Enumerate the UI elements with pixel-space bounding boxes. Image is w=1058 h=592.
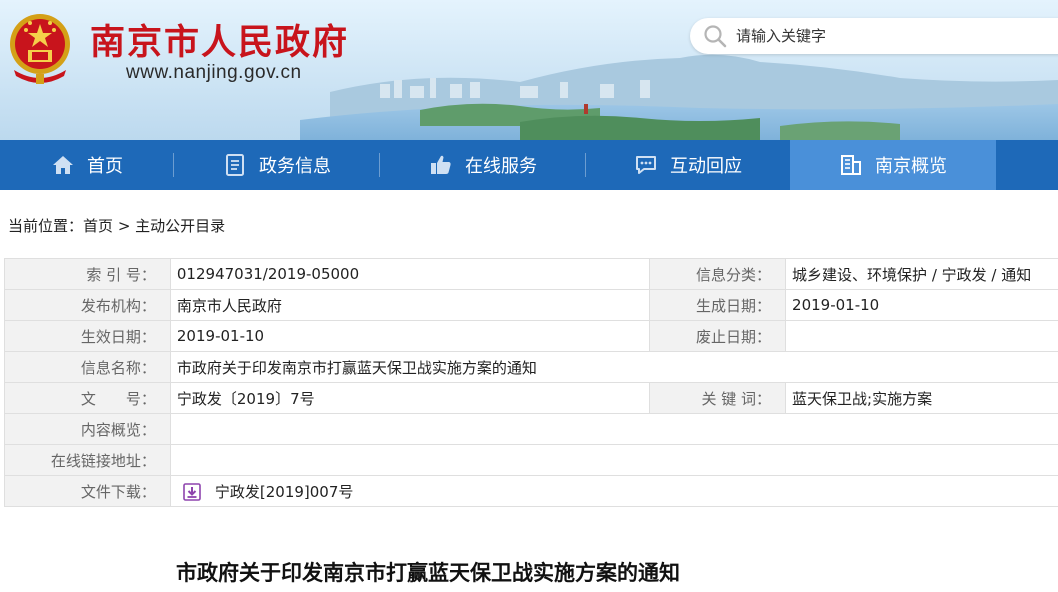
breadcrumb: 当前位置：首页 > 主动公开目录 xyxy=(8,215,225,236)
expire-date-label: 废止日期： xyxy=(649,320,787,352)
chat-icon xyxy=(636,156,656,174)
keywords-label: 关 键 词： xyxy=(649,382,787,414)
nav-item-label: 政务信息 xyxy=(259,156,331,177)
download-icon[interactable] xyxy=(183,483,201,501)
table-row: 内容概览： xyxy=(4,413,1058,445)
site-url[interactable]: www.nanjing.gov.cn xyxy=(126,62,302,84)
file-download-cell: 宁政发[2019]007号 xyxy=(169,475,1058,507)
nav-item-label: 互动回应 xyxy=(670,156,742,177)
document-icon xyxy=(226,154,244,176)
effective-date-label: 生效日期： xyxy=(4,320,171,352)
file-download-label: 文件下载： xyxy=(4,475,171,507)
summary-label: 内容概览： xyxy=(4,413,171,445)
home-icon xyxy=(53,156,73,174)
search-box[interactable] xyxy=(690,18,1058,54)
table-row: 生效日期： 2019-01-10 废止日期： xyxy=(4,320,1058,352)
document-number-value: 宁政发〔2019〕7号 xyxy=(169,382,651,414)
nav-item-label: 南京概览 xyxy=(875,156,947,177)
breadcrumb-home-link[interactable]: 首页 xyxy=(83,217,113,235)
nav-item-nanjing-overview[interactable]: 南京概览 xyxy=(790,140,996,190)
keywords-value: 蓝天保卫战;实施方案 xyxy=(785,382,1058,414)
created-date-value: 2019-01-10 xyxy=(785,289,1058,321)
table-row: 索 引 号： 012947031/2019-05000 信息分类： 城乡建设、环… xyxy=(4,258,1058,290)
nav-item-label: 在线服务 xyxy=(465,156,537,177)
summary-value xyxy=(169,413,1058,445)
nav-item-online-services[interactable]: 在线服务 xyxy=(380,140,586,190)
index-number-label: 索 引 号： xyxy=(4,258,171,290)
document-info-table: 索 引 号： 012947031/2019-05000 信息分类： 城乡建设、环… xyxy=(4,258,1058,507)
header-banner: 南京市人民政府 www.nanjing.gov.cn xyxy=(0,0,1058,140)
site-title[interactable]: 南京市人民政府 xyxy=(90,14,349,65)
main-nav: 首页 政务信息 在线服务 互动回应 南京概览 xyxy=(0,140,1058,190)
thumbs-up-icon xyxy=(431,155,451,174)
created-date-label: 生成日期： xyxy=(649,289,787,321)
nav-item-government-info[interactable]: 政务信息 xyxy=(174,140,380,190)
publisher-value: 南京市人民政府 xyxy=(169,289,651,321)
breadcrumb-separator: > xyxy=(117,217,131,235)
article-title: 市政府关于印发南京市打赢蓝天保卫战实施方案的通知 xyxy=(176,561,680,585)
expire-date-value xyxy=(785,320,1058,352)
table-row: 文 号： 宁政发〔2019〕7号 关 键 词： 蓝天保卫战;实施方案 xyxy=(4,382,1058,414)
table-row: 信息名称： 市政府关于印发南京市打赢蓝天保卫战实施方案的通知 xyxy=(4,351,1058,383)
category-label: 信息分类： xyxy=(649,258,787,290)
category-value: 城乡建设、环境保护 / 宁政发 / 通知 xyxy=(785,258,1058,290)
effective-date-value: 2019-01-10 xyxy=(169,320,651,352)
online-link-label: 在线链接地址： xyxy=(4,444,171,476)
nav-item-home[interactable]: 首页 xyxy=(0,140,174,190)
index-number-value: 012947031/2019-05000 xyxy=(169,258,651,290)
online-link-value xyxy=(169,444,1058,476)
document-number-label: 文 号： xyxy=(4,382,171,414)
file-download-link[interactable]: 宁政发[2019]007号 xyxy=(215,483,354,501)
breadcrumb-current-link[interactable]: 主动公开目录 xyxy=(135,217,225,235)
search-icon[interactable] xyxy=(702,23,728,49)
search-input[interactable] xyxy=(736,27,1036,45)
breadcrumb-prefix: 当前位置： xyxy=(8,217,84,235)
table-row: 发布机构： 南京市人民政府 生成日期： 2019-01-10 xyxy=(4,289,1058,321)
publisher-label: 发布机构： xyxy=(4,289,171,321)
national-emblem-logo xyxy=(10,14,70,84)
info-name-label: 信息名称： xyxy=(4,351,171,383)
table-row: 文件下载： 宁政发[2019]007号 xyxy=(4,475,1058,507)
nav-item-label: 首页 xyxy=(87,156,123,177)
info-name-value: 市政府关于印发南京市打赢蓝天保卫战实施方案的通知 xyxy=(169,351,1058,383)
table-row: 在线链接地址： xyxy=(4,444,1058,476)
building-icon xyxy=(841,155,861,175)
nav-item-interaction[interactable]: 互动回应 xyxy=(586,140,790,190)
